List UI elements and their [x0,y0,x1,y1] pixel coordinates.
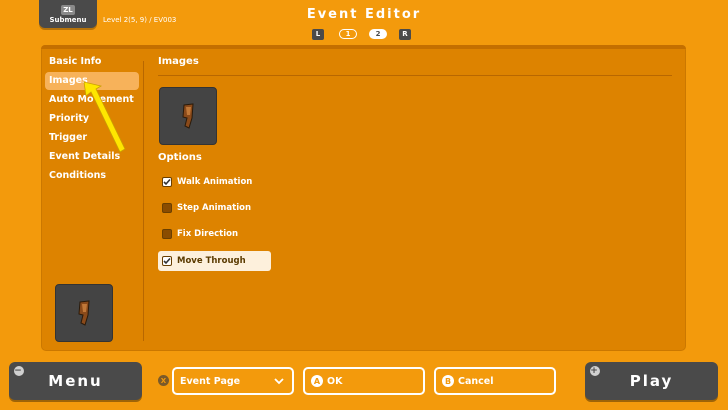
option-label: Fix Direction [177,229,238,239]
plus-icon: + [590,366,600,376]
event-image-slot[interactable] [159,87,217,145]
event-page-dropdown[interactable]: Event Page [172,367,294,395]
menu-button[interactable]: − Menu [9,362,142,400]
editor-panel [41,45,686,351]
option-walk-animation[interactable]: Walk Animation [158,172,271,192]
sidebar-item-conditions[interactable]: Conditions [45,167,139,185]
check-icon [163,178,171,186]
checkbox-checked[interactable] [162,256,172,266]
ok-label: OK [327,375,343,387]
option-fix-direction[interactable]: Fix Direction [158,224,271,244]
next-page-button[interactable]: R [399,28,411,40]
page-1-tab[interactable]: 1 [339,29,357,39]
checkbox-unchecked[interactable] [162,203,172,213]
section-title-images: Images [158,56,199,67]
sidebar-item-basic-info[interactable]: Basic Info [45,53,139,71]
prev-page-button[interactable]: L [312,28,324,40]
options-heading: Options [158,152,202,163]
x-button-hint-icon: X [158,375,169,386]
character-sprite-icon [78,300,90,326]
character-sprite-icon [182,103,194,129]
ok-button[interactable]: A OK [303,367,425,395]
checkbox-unchecked[interactable] [162,229,172,239]
checkbox-checked[interactable] [162,177,172,187]
option-move-through[interactable]: Move Through [158,251,271,271]
page-title: Event Editor [306,7,422,22]
play-button-label: Play [629,372,674,390]
panel-top-edge [41,45,686,49]
option-label: Walk Animation [177,177,253,187]
option-step-animation[interactable]: Step Animation [158,198,271,218]
cancel-label: Cancel [458,375,494,387]
chevron-down-icon [274,378,284,385]
page-2-tab[interactable]: 2 [369,29,387,39]
play-button[interactable]: + Play [585,362,718,400]
section-divider [158,75,672,76]
check-icon [163,257,171,265]
menu-button-label: Menu [48,372,103,390]
minus-icon: − [14,366,24,376]
b-button-icon: B [442,375,454,387]
sidebar-divider [143,61,144,341]
pointer-arrow-icon [83,81,126,153]
dropdown-value: Event Page [180,375,241,387]
cancel-button[interactable]: B Cancel [434,367,556,395]
a-button-icon: A [311,375,323,387]
option-label: Step Animation [177,203,251,213]
sidebar-preview-thumbnail[interactable] [55,284,113,342]
page-switcher: L 1 2 R [312,28,411,40]
option-label: Move Through [177,256,246,266]
